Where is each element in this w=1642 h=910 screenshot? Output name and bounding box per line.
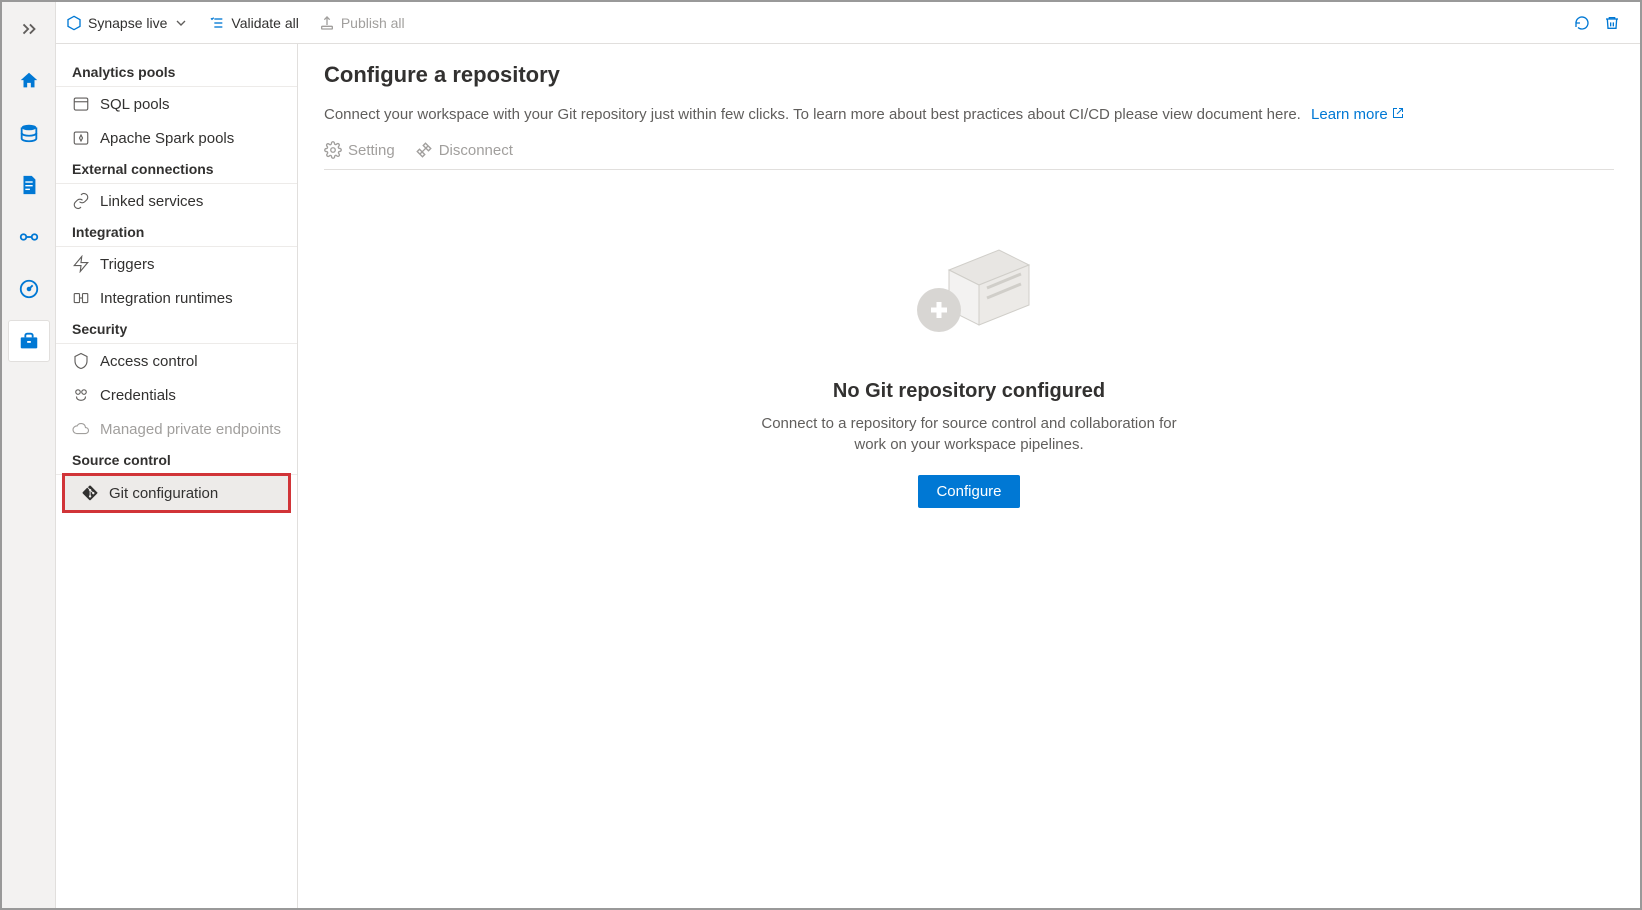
mode-label: Synapse live — [88, 15, 167, 31]
validate-label: Validate all — [231, 15, 298, 31]
rail-data-button[interactable] — [8, 112, 50, 154]
lightning-icon — [72, 255, 90, 273]
chevron-down-icon — [173, 15, 189, 31]
pipeline-icon — [18, 226, 40, 248]
hexagon-icon — [66, 15, 82, 31]
upload-icon — [319, 15, 335, 31]
external-link-icon — [1392, 107, 1404, 119]
panel-item-label: Apache Spark pools — [100, 130, 234, 147]
section-external: External connections — [56, 155, 297, 184]
delete-button[interactable] — [1604, 15, 1620, 31]
panel-item-label: Triggers — [100, 256, 154, 273]
key-icon — [72, 386, 90, 404]
section-source-control: Source control — [56, 446, 297, 475]
document-icon — [18, 174, 40, 196]
action-bar: Setting Disconnect — [324, 137, 1614, 170]
gauge-icon — [18, 278, 40, 300]
configure-button[interactable]: Configure — [918, 475, 1019, 508]
checklist-icon — [209, 15, 225, 31]
empty-text: Connect to a repository for source contr… — [749, 413, 1189, 455]
panel-item-spark-pools[interactable]: Apache Spark pools — [56, 121, 297, 155]
gear-icon — [324, 141, 342, 159]
panel-item-managed-endpoints: Managed private endpoints — [56, 412, 297, 446]
disconnect-icon — [415, 141, 433, 159]
home-icon — [18, 70, 40, 92]
rail-develop-button[interactable] — [8, 164, 50, 206]
section-analytics-pools: Analytics pools — [56, 58, 297, 87]
page-description: Connect your workspace with your Git rep… — [324, 106, 1614, 123]
shield-icon — [72, 352, 90, 370]
section-security: Security — [56, 315, 297, 344]
panel-item-linked-services[interactable]: Linked services — [56, 184, 297, 218]
empty-title: No Git repository configured — [833, 380, 1105, 403]
panel-item-triggers[interactable]: Triggers — [56, 247, 297, 281]
link-icon — [72, 192, 90, 210]
panel-item-sql-pools[interactable]: SQL pools — [56, 87, 297, 121]
sql-icon — [72, 95, 90, 113]
expand-rail-button[interactable] — [8, 8, 50, 50]
empty-illustration-icon — [899, 240, 1039, 350]
manage-panel: Analytics pools SQL pools Apache Spark p… — [56, 44, 298, 908]
toolbox-icon — [18, 330, 40, 352]
highlight-box: Git configuration — [62, 473, 291, 513]
rail-manage-button[interactable] — [8, 320, 50, 362]
panel-item-label: Access control — [100, 353, 198, 370]
rail-integrate-button[interactable] — [8, 216, 50, 258]
panel-item-runtimes[interactable]: Integration runtimes — [56, 281, 297, 315]
learn-more-link[interactable]: Learn more — [1311, 106, 1404, 123]
publish-label: Publish all — [341, 15, 405, 31]
panel-item-label: Linked services — [100, 193, 203, 210]
panel-item-access-control[interactable]: Access control — [56, 344, 297, 378]
refresh-button[interactable] — [1574, 15, 1590, 31]
validate-all-button[interactable]: Validate all — [209, 15, 298, 31]
panel-item-label: Git configuration — [109, 485, 218, 502]
publish-all-button: Publish all — [319, 15, 405, 31]
panel-item-git-configuration[interactable]: Git configuration — [65, 476, 288, 510]
empty-state: No Git repository configured Connect to … — [324, 170, 1614, 890]
disconnect-button: Disconnect — [415, 141, 513, 159]
left-rail — [2, 2, 56, 908]
rail-home-button[interactable] — [8, 60, 50, 102]
cloud-icon — [72, 420, 90, 438]
panel-item-credentials[interactable]: Credentials — [56, 378, 297, 412]
content-area: Configure a repository Connect your work… — [298, 44, 1640, 908]
panel-item-label: Managed private endpoints — [100, 421, 281, 438]
chevrons-right-icon — [18, 18, 40, 40]
rail-monitor-button[interactable] — [8, 268, 50, 310]
setting-button: Setting — [324, 141, 395, 159]
runtime-icon — [72, 289, 90, 307]
panel-item-label: Credentials — [100, 387, 176, 404]
database-icon — [18, 122, 40, 144]
spark-icon — [72, 129, 90, 147]
page-title: Configure a repository — [324, 62, 1614, 88]
top-toolbar: Synapse live Validate all Publish all — [56, 2, 1640, 44]
mode-dropdown[interactable]: Synapse live — [66, 15, 189, 31]
panel-item-label: SQL pools — [100, 96, 170, 113]
panel-item-label: Integration runtimes — [100, 290, 233, 307]
section-integration: Integration — [56, 218, 297, 247]
git-icon — [81, 484, 99, 502]
